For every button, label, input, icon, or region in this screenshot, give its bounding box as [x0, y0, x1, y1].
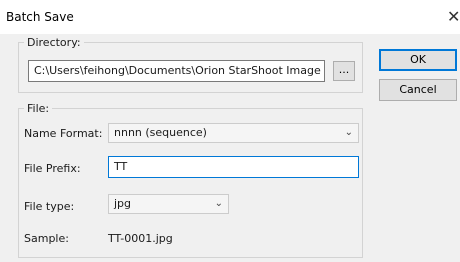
file-group-label: File: — [24, 102, 53, 115]
browse-button[interactable]: ... — [333, 61, 355, 81]
title-bar: Batch Save ✕ — [0, 0, 460, 34]
file-type-dropdown[interactable]: jpg ⌄ — [108, 194, 229, 214]
window-title: Batch Save — [6, 10, 74, 24]
sample-label: Sample: — [24, 232, 69, 245]
cancel-button[interactable]: Cancel — [379, 79, 457, 101]
file-type-label: File type: — [24, 200, 75, 213]
name-format-label: Name Format: — [24, 127, 103, 140]
close-icon[interactable]: ✕ — [447, 7, 460, 26]
name-format-dropdown[interactable]: nnnn (sequence) ⌄ — [108, 123, 359, 143]
file-type-value: jpg — [114, 197, 132, 210]
file-prefix-label: File Prefix: — [24, 162, 81, 175]
directory-path-field[interactable]: C:\Users\feihong\Documents\Orion StarSho… — [28, 60, 325, 82]
directory-label: Directory: — [24, 36, 84, 49]
name-format-value: nnnn (sequence) — [114, 126, 207, 139]
ok-button[interactable]: OK — [379, 49, 457, 71]
dialog-body: Directory: C:\Users\feihong\Documents\Or… — [0, 34, 460, 262]
sample-value: TT-0001.jpg — [108, 232, 173, 245]
file-prefix-input[interactable]: TT — [108, 156, 359, 178]
chevron-down-icon: ⌄ — [214, 198, 223, 209]
chevron-down-icon: ⌄ — [344, 127, 353, 138]
